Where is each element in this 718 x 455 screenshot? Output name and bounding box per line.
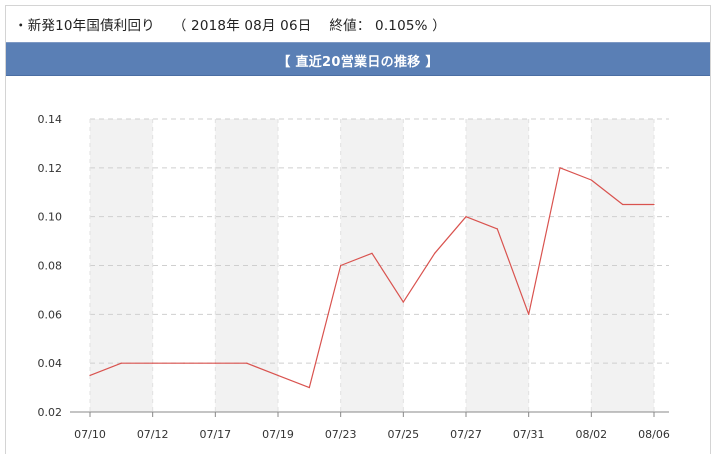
x-tick-labels: 07/10 07/12 07/17 07/19 07/23 07/25 07/27 07/31…: [74, 428, 670, 441]
data-point: [152, 362, 154, 364]
data-point: [402, 301, 404, 303]
data-point: [371, 252, 373, 254]
data-point: [528, 313, 530, 315]
x-tick-label: 08/02: [575, 428, 607, 441]
x-tick-label: 07/25: [387, 428, 419, 441]
y-tick-label: 0.04: [38, 357, 63, 370]
data-point: [89, 374, 91, 376]
x-tick-label: 07/27: [450, 428, 482, 441]
data-point: [559, 167, 561, 169]
x-tick-label: 07/23: [325, 428, 357, 441]
y-tick-label: 0.12: [38, 162, 63, 175]
x-tick-label: 07/12: [137, 428, 169, 441]
x-tick-label: 07/17: [199, 428, 231, 441]
x-tick-label: 07/19: [262, 428, 294, 441]
data-point: [246, 362, 248, 364]
data-point: [590, 179, 592, 181]
yield-line-chart: 0.020.040.060.080.100.120.14 07/10 07/12 0…: [38, 113, 670, 441]
data-point: [653, 203, 655, 206]
y-tick-label: 0.02: [38, 406, 63, 419]
data-point: [434, 252, 436, 254]
data-point: [277, 374, 279, 376]
x-tick-label: 07/10: [74, 428, 106, 441]
data-point: [465, 216, 467, 218]
data-point: [120, 362, 122, 364]
axes: [70, 411, 669, 417]
data-point: [183, 362, 185, 364]
data-point: [340, 264, 342, 267]
data-point: [308, 386, 310, 389]
y-tick-label: 0.14: [38, 113, 63, 126]
data-point: [622, 203, 624, 206]
y-tick-labels: 0.02 0.04 0.06 0.08 0.10 0.12 0.14: [38, 113, 63, 419]
y-tick-label: 0.06: [38, 308, 63, 321]
data-point: [214, 362, 216, 364]
y-tick-label: 0.10: [38, 211, 63, 224]
x-tick-label: 08/06: [638, 428, 670, 441]
x-tick-label: 07/31: [513, 428, 545, 441]
y-tick-label: 0.08: [38, 260, 63, 273]
data-point: [496, 228, 498, 230]
